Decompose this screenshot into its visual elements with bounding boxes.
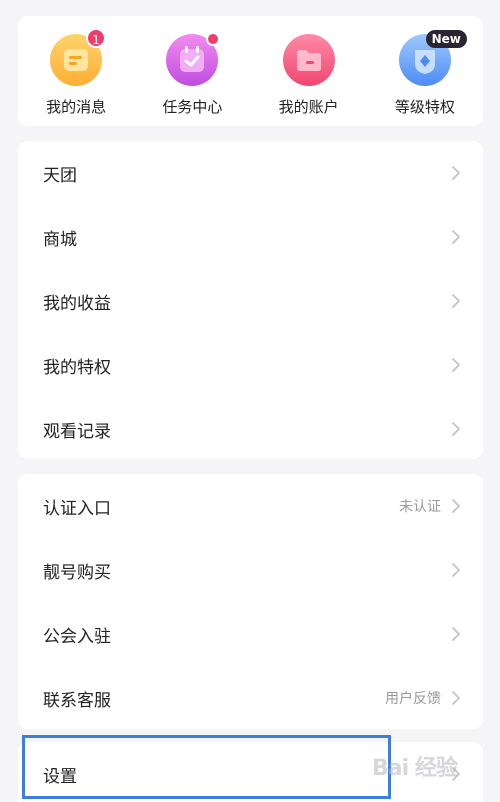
chevron-right-icon: [452, 294, 460, 308]
diamond-icon: New: [398, 30, 467, 86]
shortcut-level-privilege[interactable]: New 等级特权: [367, 16, 483, 126]
chevron-right-icon: [452, 563, 460, 577]
shortcut-label: 我的消息: [46, 98, 107, 116]
shortcut-label: 任务中心: [162, 98, 223, 116]
message-icon: 1: [50, 28, 107, 86]
menu-item-label: 靓号购买: [43, 562, 111, 583]
menu-item-customer-service[interactable]: 联系客服 用户反馈: [18, 666, 483, 730]
shortcut-label: 等级特权: [394, 98, 455, 116]
verification-status: 未认证: [399, 499, 441, 515]
folder-icon: [282, 34, 335, 86]
menu-item-mall[interactable]: 商城: [18, 205, 483, 269]
unread-badge: 1: [86, 28, 107, 48]
menu-item-label: 公会入驻: [43, 626, 111, 647]
chevron-right-icon: [452, 422, 460, 436]
chevron-right-icon: [452, 166, 460, 180]
menu-item-label: 我的特权: [43, 357, 111, 378]
menu-item-label: 观看记录: [43, 421, 111, 442]
menu-item-tiantuan[interactable]: 天团: [18, 141, 483, 205]
menu-item-label: 商城: [43, 229, 77, 250]
shortcut-my-messages[interactable]: 1 我的消息: [18, 16, 134, 126]
shortcut-label: 我的账户: [278, 98, 339, 116]
calendar-check-icon: [166, 32, 221, 86]
shortcut-task-center[interactable]: 任务中心: [134, 16, 250, 126]
chevron-right-icon: [452, 358, 460, 372]
menu-item-watch-history[interactable]: 观看记录: [18, 397, 483, 461]
menu-item-label: 天团: [43, 165, 77, 186]
menu-item-label: 认证入口: [43, 498, 111, 519]
chevron-right-icon: [452, 499, 460, 513]
menu-item-verification[interactable]: 认证入口 未认证: [18, 474, 483, 538]
shortcut-my-account[interactable]: 我的账户: [251, 16, 367, 126]
chevron-right-icon: [452, 230, 460, 244]
watermark: Bai 经验: [372, 756, 458, 781]
menu-item-earnings[interactable]: 我的收益: [18, 269, 483, 333]
menu-group-primary: 天团 商城 我的收益 我的特权 观看记录: [18, 141, 483, 459]
new-badge: New: [425, 30, 467, 48]
chevron-right-icon: [452, 691, 460, 705]
shortcut-bar: 1 我的消息 任务中心 我的账户 New 等级特权: [18, 16, 483, 126]
menu-group-secondary: 认证入口 未认证 靓号购买 公会入驻 联系客服 用户反馈: [18, 474, 483, 729]
menu-item-premium-id[interactable]: 靓号购买: [18, 538, 483, 602]
feedback-hint: 用户反馈: [385, 691, 441, 707]
menu-item-label: 联系客服: [43, 690, 111, 711]
menu-item-guild-join[interactable]: 公会入驻: [18, 602, 483, 666]
menu-item-label: 我的收益: [43, 293, 111, 314]
chevron-right-icon: [452, 627, 460, 641]
menu-item-privileges[interactable]: 我的特权: [18, 333, 483, 397]
